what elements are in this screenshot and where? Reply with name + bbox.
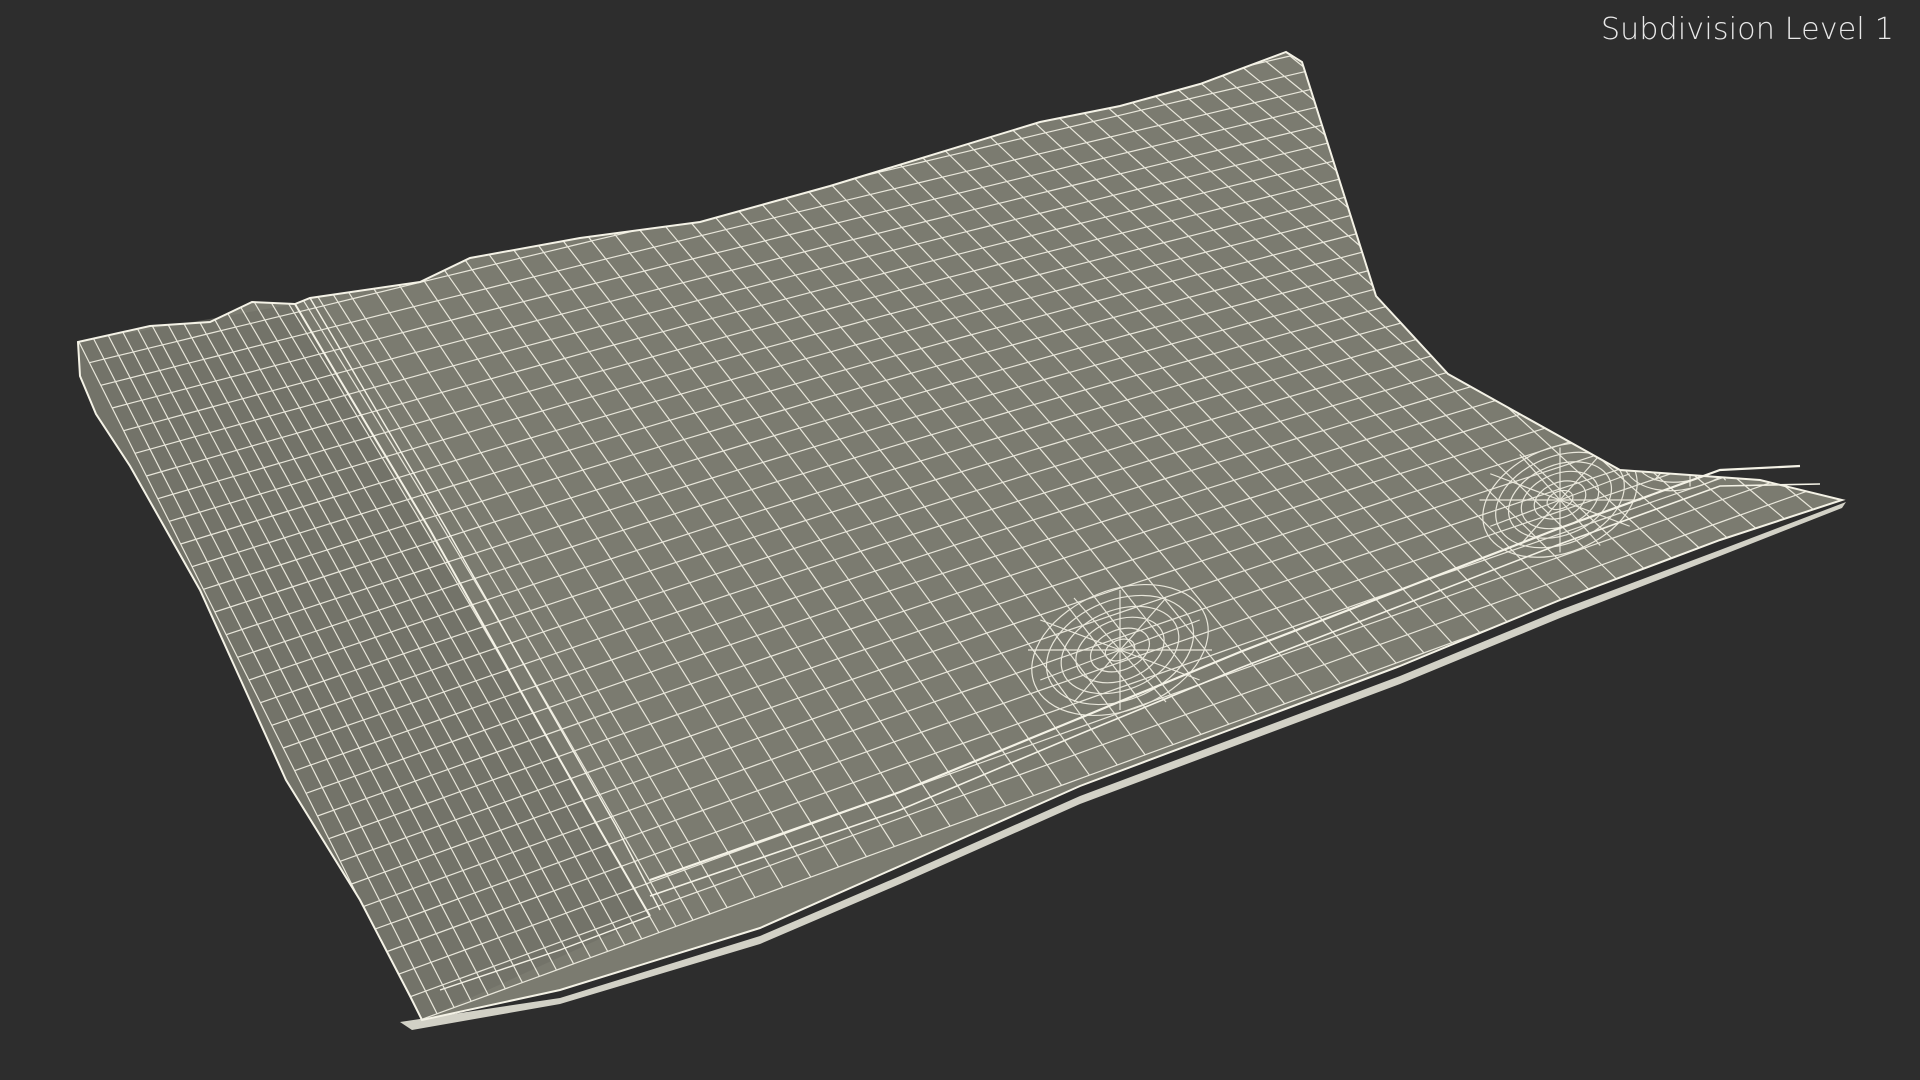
render-viewport: Subdivision Level 1 [0,0,1920,1080]
wire-pinch-spoke [1628,439,1691,464]
wire-pinch-ring [1666,422,1714,458]
wire-pinch-spoke [1653,399,1691,441]
wire-pinch-spoke [1689,439,1752,464]
wire-pinch-ring [1678,430,1702,450]
wireframe-pouch-model [76,50,1846,1030]
wire-pinch-spoke [1689,399,1727,441]
subdivision-level-label: Subdivision Level 1 [1600,12,1894,47]
wire-pinch-ring [1655,414,1725,466]
wire-pinch-spoke [1689,416,1752,441]
wire-pinch-spoke [1628,416,1691,441]
